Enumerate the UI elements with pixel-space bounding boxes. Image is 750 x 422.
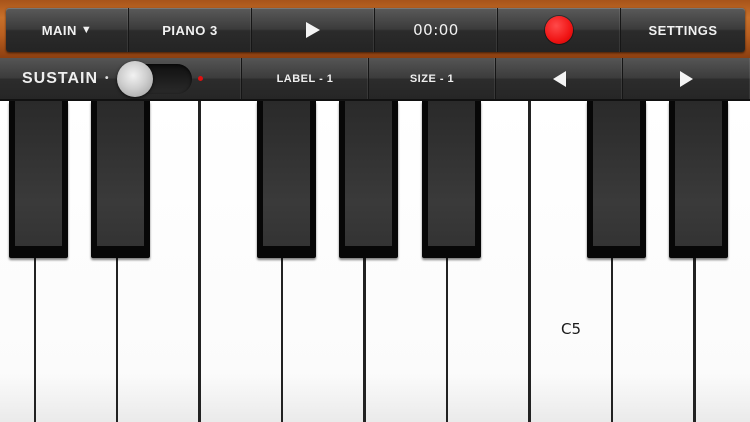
settings-label: SETTINGS: [648, 22, 718, 38]
sustain-label: SUSTAIN: [22, 69, 99, 87]
sustain-toggle[interactable]: [117, 60, 204, 97]
black-key-face: [345, 101, 392, 246]
sustain-dot: •: [105, 73, 110, 84]
sustain-led-icon: [198, 75, 204, 81]
settings-button[interactable]: SETTINGS: [621, 8, 745, 52]
timer-display: 00:00: [375, 8, 498, 52]
black-key[interactable]: [9, 101, 68, 258]
piano-keyboard: 4 C5: [0, 101, 750, 422]
black-key[interactable]: [257, 101, 316, 258]
black-key[interactable]: [669, 101, 728, 258]
play-button[interactable]: [252, 8, 375, 52]
timer-value: 00:00: [413, 21, 459, 39]
black-key-face: [15, 101, 62, 246]
main-menu-label: MAIN: [41, 22, 77, 38]
sustain-control: SUSTAIN •: [0, 58, 242, 99]
black-key-face: [97, 101, 144, 246]
play-icon: [306, 22, 320, 38]
size-button[interactable]: SIZE - 1: [369, 58, 496, 99]
black-key[interactable]: [587, 101, 646, 258]
triangle-right-icon: [680, 70, 693, 87]
secondary-toolbar: SUSTAIN • LABEL - 1 SIZE - 1: [0, 58, 750, 101]
key-label: 4: [0, 320, 34, 338]
top-toolbar: MAIN ▼ PIANO 3 00:00 SETTINGS: [6, 8, 745, 52]
black-key[interactable]: [91, 101, 150, 258]
black-key[interactable]: [339, 101, 398, 258]
label-button[interactable]: LABEL - 1: [242, 58, 369, 99]
instrument-button[interactable]: PIANO 3: [129, 8, 252, 52]
black-key-face: [263, 101, 310, 246]
record-icon: [545, 16, 573, 44]
toggle-knob[interactable]: [117, 60, 154, 97]
triangle-left-icon: [552, 70, 566, 87]
black-key-face: [675, 101, 722, 246]
size-button-text: SIZE - 1: [409, 72, 455, 85]
instrument-label: PIANO 3: [162, 22, 218, 38]
label-button-text: LABEL - 1: [276, 72, 334, 85]
scroll-left-button[interactable]: [496, 58, 623, 99]
scroll-right-button[interactable]: [623, 58, 750, 99]
black-key[interactable]: [422, 101, 481, 258]
caret-down-icon: ▼: [80, 24, 93, 36]
record-button[interactable]: [498, 8, 621, 52]
key-label: C5: [560, 320, 582, 338]
black-key-face: [428, 101, 475, 246]
main-menu-button[interactable]: MAIN ▼: [6, 8, 129, 52]
black-key-face: [593, 101, 640, 246]
